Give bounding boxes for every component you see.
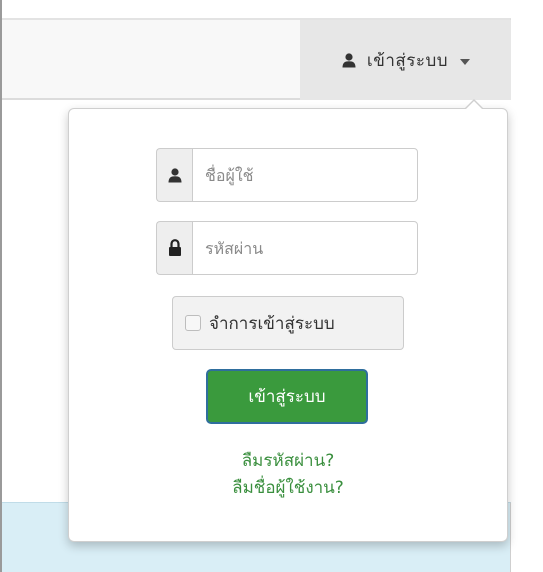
username-input-group [156, 148, 418, 202]
password-input[interactable] [192, 221, 418, 275]
forgot-username-link[interactable]: ลืมชื่อผู้ใช้งาน? [68, 474, 508, 501]
user-icon [341, 52, 357, 68]
browser-window: เข้าสู่ระบบ จำการเข้าสู่ระบบ เข้าสู่ระบบ… [0, 0, 543, 572]
dropdown-arrow-inner [465, 101, 483, 110]
login-dropdown-toggle[interactable]: เข้าสู่ระบบ [300, 20, 511, 100]
remember-me-checkbox[interactable] [185, 315, 201, 331]
forgot-password-link[interactable]: ลืมรหัสผ่าน? [68, 447, 508, 474]
remember-me-label: จำการเข้าสู่ระบบ [209, 313, 335, 334]
login-submit-button[interactable]: เข้าสู่ระบบ [206, 369, 368, 424]
remember-me-control[interactable]: จำการเข้าสู่ระบบ [172, 296, 404, 350]
username-input[interactable] [192, 148, 418, 202]
login-toggle-label: เข้าสู่ระบบ [366, 50, 449, 71]
user-icon [156, 148, 192, 202]
password-input-group [156, 221, 418, 275]
lock-icon [156, 221, 192, 275]
caret-down-icon [460, 58, 471, 65]
